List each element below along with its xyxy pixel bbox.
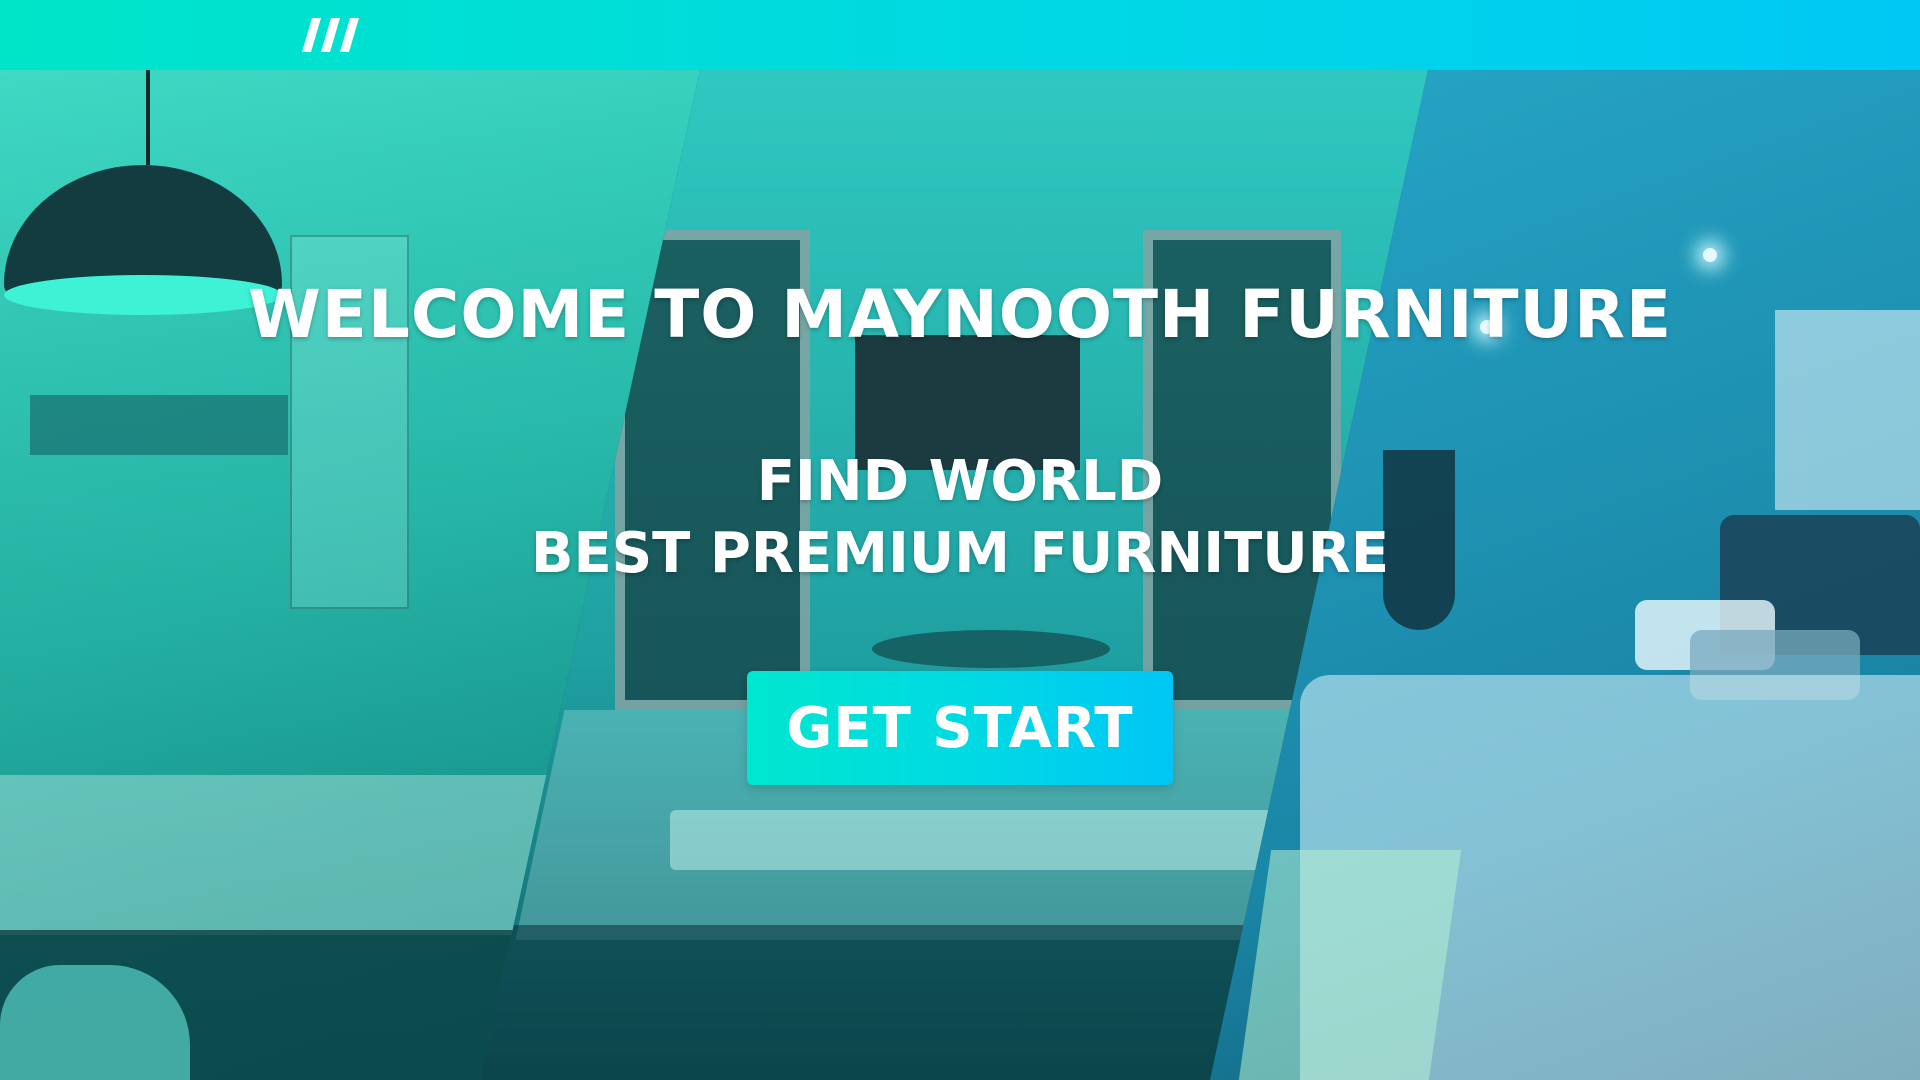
landing-page: WELCOME TO MAYNOOTH FURNITURE FIND WORLD… — [0, 0, 1920, 1080]
tagline-line-1: FIND WORLD — [756, 449, 1164, 514]
hero-content: WELCOME TO MAYNOOTH FURNITURE FIND WORLD… — [0, 0, 1920, 1080]
hero-tagline: FIND WORLD BEST PREMIUM FURNITURE — [160, 446, 1760, 590]
welcome-title: WELCOME TO MAYNOOTH FURNITURE — [247, 276, 1673, 354]
get-start-button[interactable]: GET START — [747, 671, 1173, 785]
tagline-line-2: BEST PREMIUM FURNITURE — [530, 521, 1390, 586]
